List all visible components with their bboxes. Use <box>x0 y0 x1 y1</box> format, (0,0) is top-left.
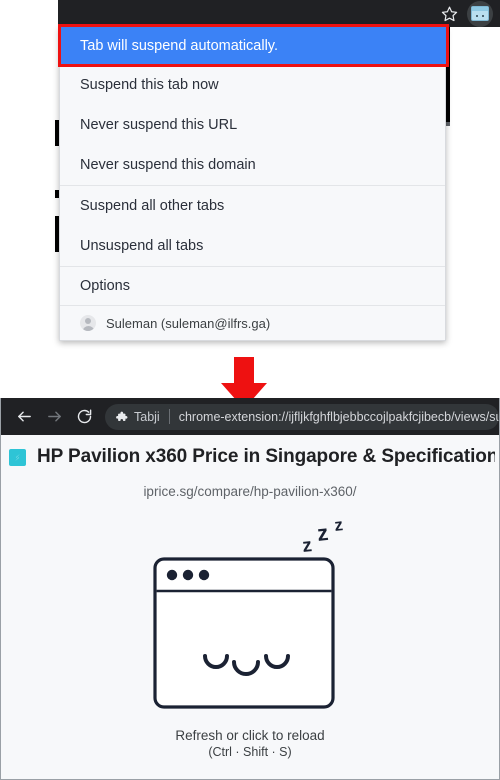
toolbar-icon-group <box>437 0 493 27</box>
account-avatar-icon <box>80 315 96 331</box>
menu-item-label: Suspend this tab now <box>80 77 219 93</box>
suspended-title-row: HP Pavilion x360 Price in Singapore & Sp… <box>1 435 499 469</box>
menu-item-never-suspend-this-url[interactable]: Never suspend this URL <box>60 105 445 145</box>
menu-item-suspend-this-tab-now[interactable]: Suspend this tab now <box>60 65 445 105</box>
iprice-favicon <box>9 448 26 466</box>
menu-item-label: Options <box>80 278 130 294</box>
menu-item-tab-will-suspend-automatically[interactable]: Tab will suspend automatically. <box>58 24 449 67</box>
forward-arrow-icon[interactable] <box>39 402 69 432</box>
omnibox-url-text: chrome-extension://ijfljkfghflbjebbccojl… <box>178 409 499 424</box>
menu-item-never-suspend-this-domain[interactable]: Never suspend this domain <box>60 145 445 185</box>
tabji-extension-icon[interactable] <box>467 0 493 27</box>
account-label: Suleman (suleman@ilfrs.ga) <box>106 315 271 331</box>
svg-text:z: z <box>333 515 343 535</box>
suspended-tab-screenshot: Tabji chrome-extension://ijfljkfghflbjeb… <box>0 398 500 780</box>
menu-item-label: Tab will suspend automatically. <box>80 37 278 54</box>
omnibox[interactable]: Tabji chrome-extension://ijfljkfghflbjeb… <box>105 403 499 430</box>
menu-account-row[interactable]: Suleman (suleman@ilfrs.ga) <box>60 306 445 340</box>
suspended-page-body[interactable]: HP Pavilion x360 Price in Singapore & Sp… <box>1 435 499 779</box>
menu-item-options[interactable]: Options <box>60 267 445 305</box>
back-arrow-icon[interactable] <box>9 402 39 432</box>
reload-icon[interactable] <box>69 402 99 432</box>
puzzle-piece-icon <box>116 411 128 421</box>
reload-shortcut-text: (Ctrl · Shift · S) <box>208 745 292 759</box>
sleeping-browser-window-icon: z z z <box>1 511 499 716</box>
omnibox-extension-name: Tabji <box>134 409 160 424</box>
reload-hint-text: Refresh or click to reload <box>175 728 325 743</box>
menu-item-suspend-all-other-tabs[interactable]: Suspend all other tabs <box>60 186 445 226</box>
star-icon[interactable] <box>437 2 461 26</box>
popup-menu-screenshot: Tab will suspend automatically. Suspend … <box>0 0 500 398</box>
omnibox-divider <box>168 409 170 424</box>
svg-text:z: z <box>301 535 313 557</box>
tabji-popup-menu: Tab will suspend automatically. Suspend … <box>58 24 449 341</box>
menu-item-label: Suspend all other tabs <box>80 198 225 214</box>
chrome-toolbar <box>58 0 500 27</box>
page-url: iprice.sg/compare/hp-pavilion-x360/ <box>143 484 357 499</box>
glyph-eye-left <box>476 15 478 17</box>
menu-item-unsuspend-all-tabs[interactable]: Unsuspend all tabs <box>60 226 445 266</box>
browser-address-bar: Tabji chrome-extension://ijfljkfghflbjeb… <box>1 398 499 435</box>
menu-item-label: Never suspend this URL <box>80 117 238 133</box>
glyph-eye-right <box>482 15 484 17</box>
svg-text:z: z <box>315 520 329 546</box>
menu-item-label: Never suspend this domain <box>80 157 256 173</box>
tabji-extension-glyph <box>471 6 489 21</box>
screenshot-root: Tab will suspend automatically. Suspend … <box>0 0 500 780</box>
menu-item-label: Unsuspend all tabs <box>80 238 204 254</box>
page-title: HP Pavilion x360 Price in Singapore & Sp… <box>37 446 495 467</box>
